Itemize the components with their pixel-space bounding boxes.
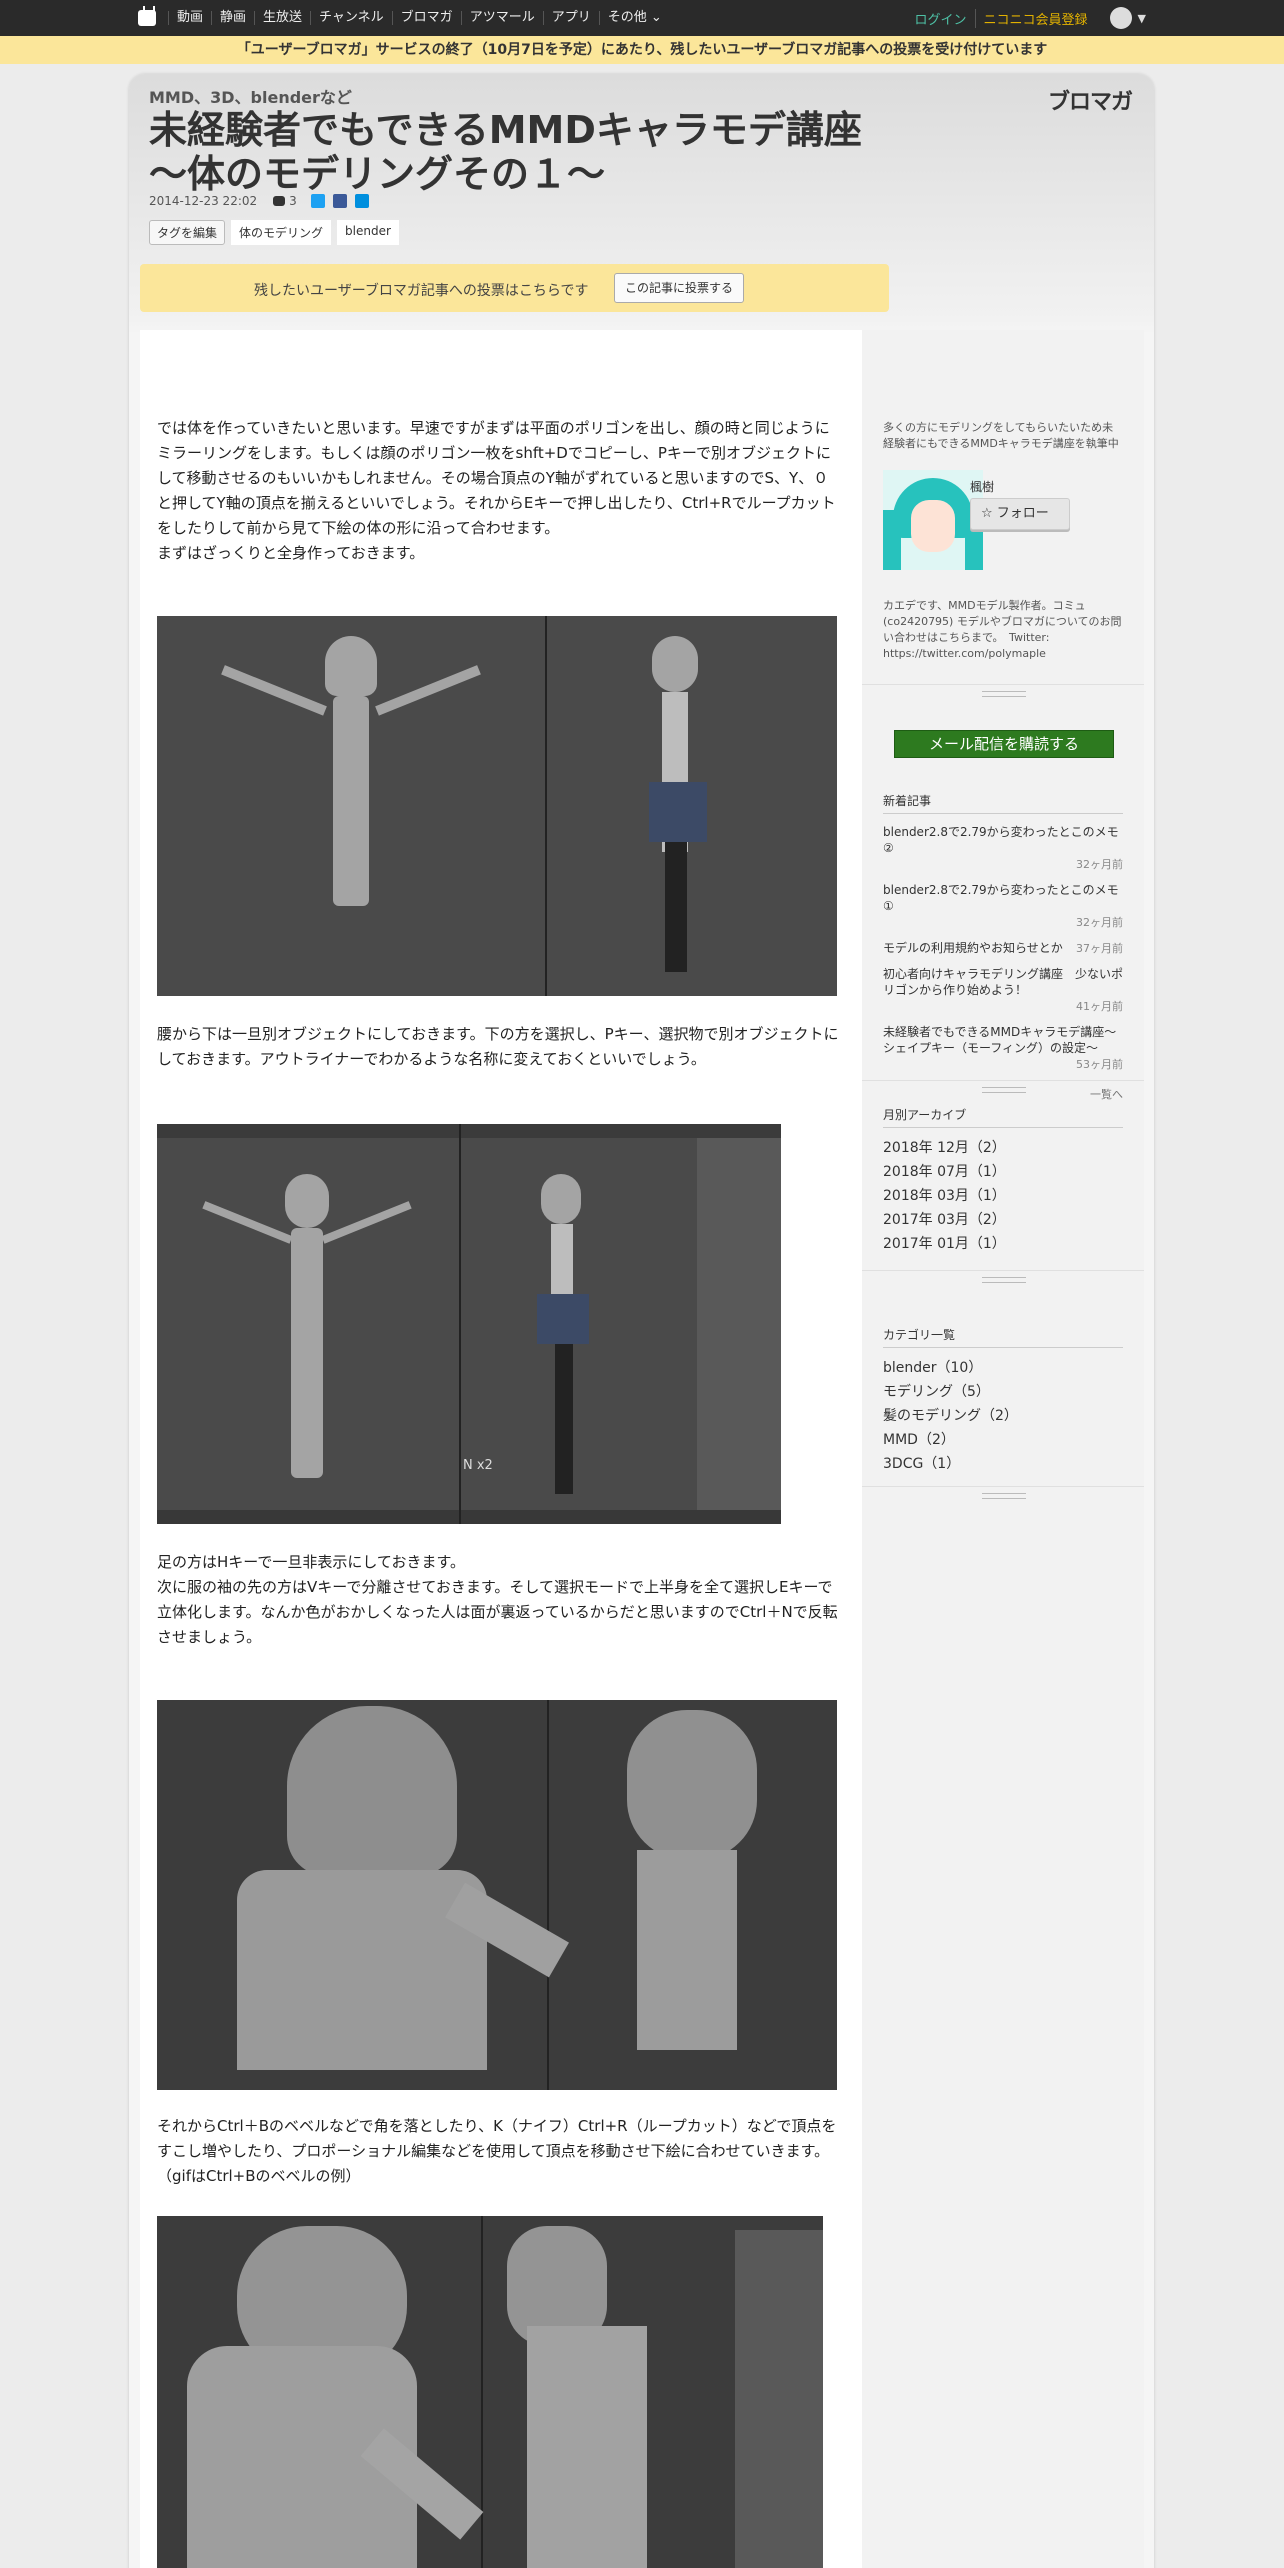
key-hint-label: N x2 [463, 1458, 493, 1473]
nav-item-live[interactable]: 生放送 [254, 11, 310, 25]
category-link[interactable]: MMD（2） [883, 1428, 1123, 1452]
nav-item-app[interactable]: アプリ [542, 11, 599, 25]
profile-description: 多くの方にモデリングをしてもらいたいため未経験者にもできるMMDキャラモデ講座を… [883, 421, 1119, 450]
recent-article-age: 53ヶ月前 [1076, 1058, 1123, 1071]
comment-icon [273, 196, 286, 206]
login-link[interactable]: ログイン [907, 9, 975, 28]
recent-article-link[interactable]: blender2.8で2.79から変わったとこのメモ① [883, 882, 1123, 914]
author-avatar[interactable] [883, 470, 983, 570]
edit-tags-button[interactable]: タグを編集 [149, 220, 226, 245]
archive-heading: 月別アーカイブ [883, 1106, 1123, 1128]
recent-article-age: 32ヶ月前 [1076, 916, 1123, 929]
article-date: 2014-12-23 22:02 [149, 194, 258, 208]
archive-link[interactable]: 2018年 12月（2） [883, 1136, 1123, 1160]
nav-item-atsumaru[interactable]: アツマール [460, 11, 543, 25]
archive-link[interactable]: 2018年 03月（1） [883, 1184, 1123, 1208]
hatena-bookmark-icon[interactable] [354, 194, 369, 208]
service-end-notice[interactable]: 「ユーザーブロマガ」サービスの終了（10月7日を予定）にあたり、残したいユーザー… [0, 36, 1284, 64]
category-link[interactable]: 3DCG（1） [883, 1452, 1123, 1476]
author-bio: カエデです、MMDモデル製作者。コミュ(co2420795) モデルやブロマガに… [883, 599, 1122, 660]
nav-item-blomaga[interactable]: ブロマガ [391, 11, 461, 25]
blomaga-logo[interactable]: ブロマガ [1048, 84, 1133, 116]
article-paragraph: 腰から下は一旦別オブジェクトにしておきます。下の方を選択し、Pキー、選択物で別オ… [157, 1025, 839, 1068]
section-divider [862, 1486, 1144, 1499]
blender-screenshot-1 [157, 616, 837, 996]
recent-article-link[interactable]: blender2.8で2.79から変わったとこのメモ② [883, 824, 1123, 856]
signup-link[interactable]: ニコニコ会員登録 [974, 8, 1096, 28]
section-divider [862, 684, 1144, 697]
nav-item-channel[interactable]: チャンネル [310, 11, 392, 25]
archive-link[interactable]: 2017年 03月（2） [883, 1208, 1123, 1232]
author-name[interactable]: 楓樹 [970, 478, 994, 495]
nav-other-label: その他 [607, 10, 647, 25]
category-list: blender（10） モデリング（5） 髪のモデリング（2） MMD（2） 3… [883, 1356, 1123, 1476]
star-icon: ☆ [981, 506, 993, 521]
category-section: カテゴリ一覧 blender（10） モデリング（5） 髪のモデリング（2） M… [883, 1326, 1123, 1476]
follow-label: フォロー [996, 506, 1049, 521]
page-container: MMD、3D、blenderなど ブロマガ 未経験者でもできるMMDキャラモデ講… [129, 74, 1154, 2568]
section-divider [862, 1080, 1144, 1093]
recent-articles-section: 新着記事 blender2.8で2.79から変わったとこのメモ② 32ヶ月前 b… [883, 792, 1123, 1102]
blender-screenshot-3 [157, 1700, 837, 2090]
comment-count-value: 3 [289, 194, 297, 208]
nav-item-seiga[interactable]: 静画 [211, 11, 254, 25]
article-paragraph: それからCtrl＋Bのベベルなどで角を落としたり、K（ナイフ）Ctrl+R（ルー… [157, 2117, 837, 2185]
blender-screenshot-2: N x2 [157, 1124, 781, 1524]
chevron-down-icon: ⌄ [650, 10, 662, 25]
article-title-line: 未経験者でもできるMMDキャラモデ講座 [149, 108, 862, 152]
sidebar: 多くの方にモデリングをしてもらいたいため未経験者にもできるMMDキャラモデ講座を… [862, 330, 1144, 2568]
article-title: 未経験者でもできるMMDキャラモデ講座 ～体のモデリングその１～ [149, 108, 909, 196]
recent-article-age: 32ヶ月前 [1076, 858, 1123, 871]
blender-screenshot-4 [157, 2216, 823, 2568]
tag-item[interactable]: 体のモデリング [231, 220, 332, 245]
tag-bar: タグを編集 体のモデリング blender [149, 220, 399, 245]
category-link[interactable]: 髪のモデリング（2） [883, 1404, 1123, 1428]
twitter-share-icon[interactable] [310, 194, 325, 208]
user-avatar-icon[interactable] [1109, 7, 1132, 29]
comment-count[interactable]: 3 [273, 194, 297, 208]
recent-articles-heading: 新着記事 [883, 792, 1123, 814]
category-heading: カテゴリ一覧 [883, 1326, 1123, 1348]
vote-button[interactable]: この記事に投票する [614, 273, 744, 303]
subscribe-email-button[interactable]: メール配信を購読する [894, 730, 1114, 758]
chevron-down-icon[interactable]: ▼ [1138, 12, 1146, 25]
recent-article-link[interactable]: 初心者向けキャラモデリング講座 少ないポリゴンから作り始めよう！ [883, 966, 1123, 998]
recent-article-age: 41ヶ月前 [1076, 1000, 1123, 1013]
niconico-logo-icon[interactable] [138, 6, 156, 26]
top-navbar: 動画 静画 生放送 チャンネル ブロマガ アツマール アプリ その他 ⌄ ログイ… [0, 0, 1284, 36]
facebook-share-icon[interactable] [332, 194, 347, 208]
archive-list: 2018年 12月（2） 2018年 07月（1） 2018年 03月（1） 2… [883, 1136, 1123, 1256]
archive-link[interactable]: 2018年 07月（1） [883, 1160, 1123, 1184]
article-category[interactable]: MMD、3D、blenderなど [149, 84, 352, 108]
nav-item-other[interactable]: その他 ⌄ [598, 10, 670, 25]
category-link[interactable]: blender（10） [883, 1356, 1123, 1380]
category-link[interactable]: モデリング（5） [883, 1380, 1123, 1404]
follow-button[interactable]: ☆ フォロー [970, 498, 1070, 530]
article-paragraph: 足の方はHキーで一旦非表示にしておきます。 次に服の袖の先の方はVキーで分離させ… [157, 1553, 838, 1646]
tag-item[interactable]: blender [337, 220, 399, 245]
vote-text: 残したいユーザーブロマガ記事への投票はこちらです [254, 283, 589, 299]
recent-article-link[interactable]: 未経験者でもできるMMDキャラモデ講座～シェイプキー（モーフィング）の設定～ [883, 1024, 1123, 1056]
article-meta: 2014-12-23 22:02 3 [149, 194, 369, 208]
monthly-archive-section: 月別アーカイブ 2018年 12月（2） 2018年 07月（1） 2018年 … [883, 1106, 1123, 1256]
article-title-line: ～体のモデリングその１～ [149, 152, 606, 196]
archive-link[interactable]: 2017年 01月（1） [883, 1232, 1123, 1256]
article-body: では体を作っていきたいと思います。早速ですがまずは平面のポリゴンを出し、顔の時と… [140, 330, 870, 2568]
nav-item-video[interactable]: 動画 [168, 11, 211, 25]
section-divider [862, 1270, 1144, 1283]
article-paragraph: では体を作っていきたいと思います。早速ですがまずは平面のポリゴンを出し、顔の時と… [157, 419, 836, 562]
vote-banner: 残したいユーザーブロマガ記事への投票はこちらです この記事に投票する [140, 264, 889, 312]
